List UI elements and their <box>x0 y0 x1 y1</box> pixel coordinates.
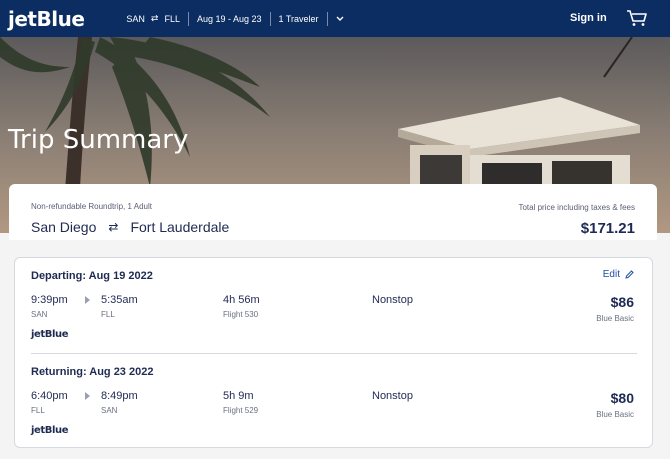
trip-summary-card: Non-refundable Roundtrip, 1 Adult San Di… <box>9 184 657 240</box>
depart-airport: FLL <box>31 406 45 415</box>
page-title: Trip Summary <box>8 125 189 155</box>
flight-number: Flight 529 <box>223 406 259 415</box>
arrive-time: 5:35am <box>101 294 138 306</box>
total-price: $171.21 <box>580 220 635 237</box>
swap-icon: ⇄ <box>150 13 159 23</box>
route-selector[interactable]: SAN ⇄ FLL <box>118 12 188 26</box>
leg-price: $86 <box>610 294 634 310</box>
jetblue-logo[interactable]: jetBlue <box>8 7 85 31</box>
leg-heading: Returning: Aug 23 2022 <box>31 366 154 378</box>
route-summary: San Diego ⇄ Fort Lauderdale <box>31 219 229 235</box>
arrive-airport: SAN <box>101 406 118 415</box>
fare-type: Blue Basic <box>596 410 634 419</box>
depart-airport: SAN <box>31 310 48 319</box>
depart-time: 9:39pm <box>31 294 68 306</box>
cart-icon[interactable] <box>626 9 648 27</box>
stops: Nonstop <box>372 390 413 402</box>
edit-label[interactable]: Edit <box>603 269 620 280</box>
duration: 4h 56m <box>223 294 260 306</box>
carrier-logo: jetBlue <box>31 425 69 436</box>
arrive-airport: FLL <box>101 310 115 319</box>
edit-flights-link[interactable]: Edit <box>603 269 634 280</box>
traveler-selector[interactable]: 1 Traveler <box>269 11 327 26</box>
chevron-down-icon <box>336 16 344 21</box>
sign-in-link[interactable]: Sign in <box>570 12 607 24</box>
flight-number: Flight 530 <box>223 310 259 319</box>
leg-price: $80 <box>610 390 634 406</box>
total-price-label: Total price including taxes & fees <box>518 203 635 212</box>
trip-selector[interactable]: SAN ⇄ FLL Aug 19 - Aug 23 1 Traveler <box>118 11 352 26</box>
returning-leg: Returning: Aug 23 2022 6:40pm FLL 8:49pm… <box>15 354 652 450</box>
depart-time: 6:40pm <box>31 390 68 402</box>
top-nav: jetBlue SAN ⇄ FLL Aug 19 - Aug 23 1 Trav… <box>0 0 670 37</box>
pencil-icon[interactable] <box>625 270 634 279</box>
destination-code: FLL <box>164 13 180 24</box>
trip-dropdown-toggle[interactable] <box>326 11 352 26</box>
date-selector[interactable]: Aug 19 - Aug 23 <box>187 11 270 26</box>
origin-code: SAN <box>126 13 145 24</box>
departing-leg: Departing: Aug 19 2022 Edit 9:39pm SAN 5… <box>15 258 652 354</box>
arrive-time: 8:49pm <box>101 390 138 402</box>
arrow-right-icon <box>85 296 90 304</box>
leg-heading: Departing: Aug 19 2022 <box>31 270 153 282</box>
carrier-logo: jetBlue <box>31 329 69 340</box>
fare-type: Blue Basic <box>596 314 634 323</box>
arrow-right-icon <box>85 392 90 400</box>
origin-city: San Diego <box>31 219 97 235</box>
stops: Nonstop <box>372 294 413 306</box>
flight-details-card: Departing: Aug 19 2022 Edit 9:39pm SAN 5… <box>14 257 653 448</box>
duration: 5h 9m <box>223 390 254 402</box>
swap-arrows-icon: ⇄ <box>108 220 119 234</box>
destination-city: Fort Lauderdale <box>130 219 230 235</box>
fare-description: Non-refundable Roundtrip, 1 Adult <box>31 202 152 211</box>
